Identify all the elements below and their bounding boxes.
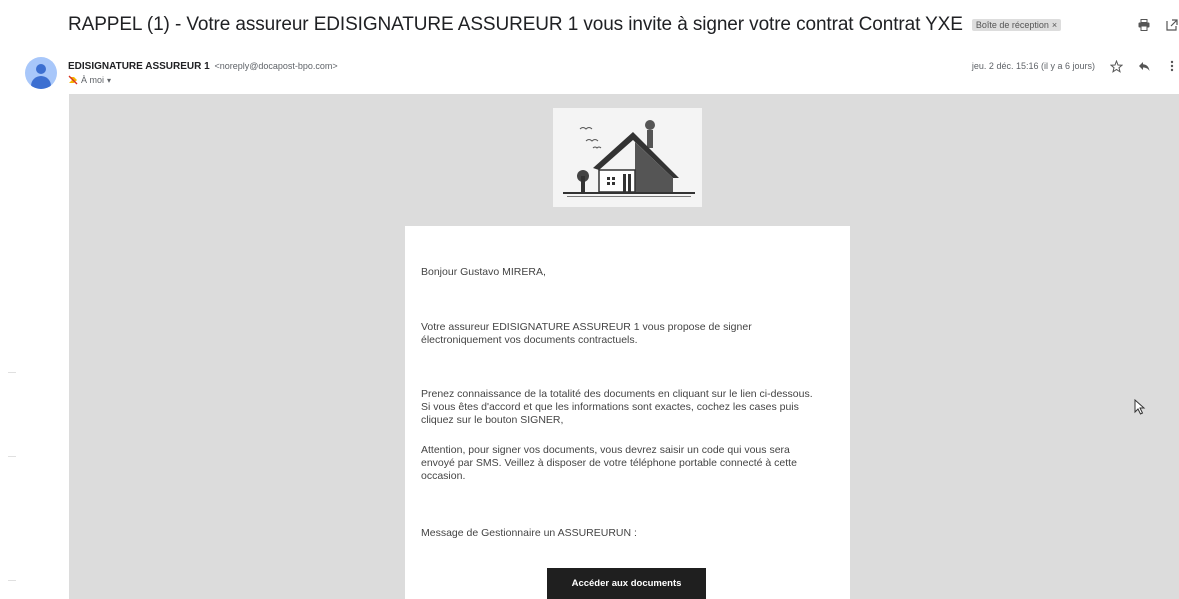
scroll-marker (8, 580, 16, 581)
print-icon[interactable] (1137, 17, 1151, 33)
avatar-body (31, 76, 51, 89)
message-meta: jeu. 2 déc. 15:16 (il y a 6 jours) (972, 58, 1179, 74)
top-actions (1137, 17, 1179, 33)
email-content-card: Bonjour Gustavo MIRERA, Votre assureur E… (405, 226, 850, 599)
chevron-down-icon[interactable]: ▾ (107, 76, 111, 85)
subject-row: RAPPEL (1) - Votre assureur EDISIGNATURE… (68, 14, 1062, 36)
recipient-line: À moi ▾ (68, 75, 111, 85)
sender-avatar[interactable] (25, 57, 57, 89)
star-icon[interactable] (1109, 58, 1123, 74)
reply-icon[interactable] (1137, 58, 1151, 74)
message-date: jeu. 2 déc. 15:16 (il y a 6 jours) (971, 61, 1095, 71)
body-paragraph-sms-notice: Attention, pour signer vos documents, vo… (421, 444, 797, 482)
house-logo-icon (553, 108, 702, 207)
access-documents-button[interactable]: Accéder aux documents (547, 568, 706, 599)
avatar-head (36, 64, 46, 74)
scroll-marker (8, 372, 16, 373)
sender-email: <noreply@docapost-bpo.com> (214, 61, 338, 71)
email-view: RAPPEL (1) - Votre assureur EDISIGNATURE… (0, 0, 1179, 599)
email-subject: RAPPEL (1) - Votre assureur EDISIGNATURE… (68, 14, 963, 35)
scroll-marker (8, 456, 16, 457)
sender-line: EDISIGNATURE ASSUREUR 1 <noreply@docapos… (68, 61, 338, 72)
open-in-new-window-icon[interactable] (1165, 17, 1179, 33)
mouse-pointer-icon (1134, 398, 1146, 415)
body-paragraph-intro: Votre assureur EDISIGNATURE ASSUREUR 1 v… (421, 321, 752, 346)
sender-name[interactable]: EDISIGNATURE ASSUREUR 1 (68, 61, 210, 72)
inbox-label-chip[interactable]: Boîte de réception × (971, 19, 1062, 31)
important-marker-icon[interactable] (68, 75, 78, 85)
more-vertical-icon[interactable] (1165, 58, 1179, 74)
manager-message-label: Message de Gestionnaire un ASSUREURUN : (421, 527, 637, 539)
body-paragraph-instructions: Prenez connaissance de la totalité des d… (421, 388, 813, 426)
remove-label-icon[interactable]: × (1052, 20, 1057, 30)
recipient-label: À moi (81, 75, 105, 85)
greeting: Bonjour Gustavo MIRERA, (421, 266, 546, 278)
label-name: Boîte de réception (975, 20, 1049, 30)
